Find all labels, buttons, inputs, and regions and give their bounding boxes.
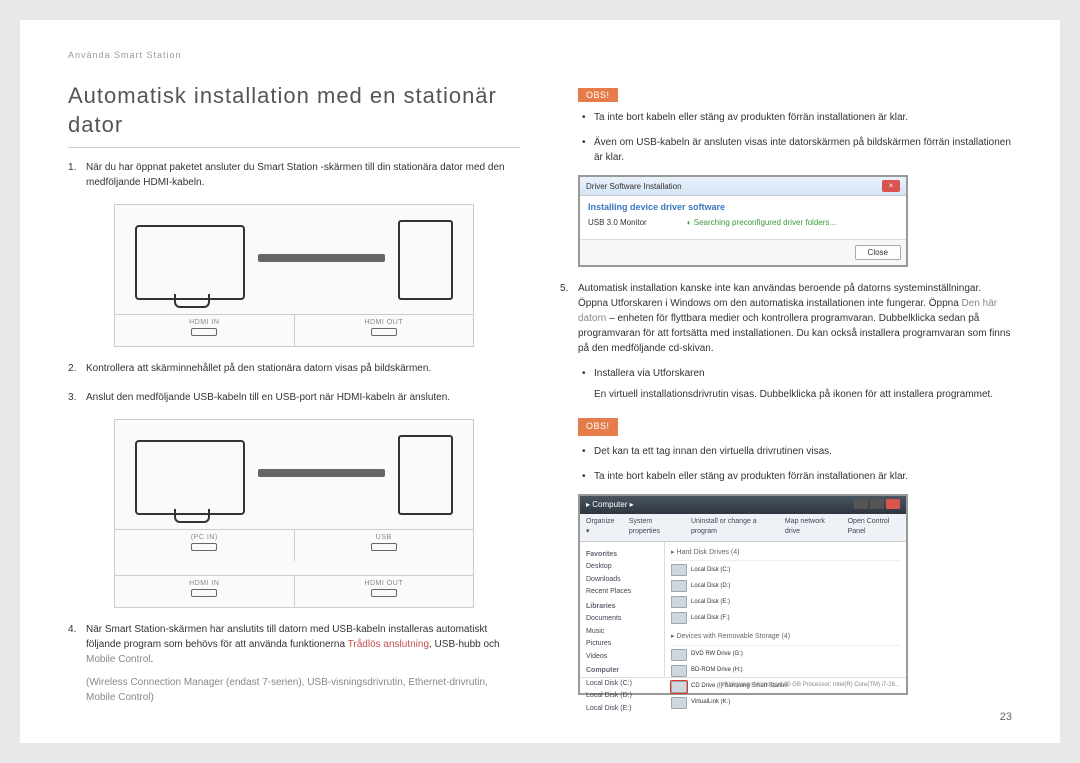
obs2-item: Ta inte bort kabeln eller stäng av produ… [578,469,1012,484]
window-buttons-icon [854,499,900,511]
monitor-illustration [135,440,245,515]
obs1-item: Även om USB-kabeln är ansluten visas int… [578,135,1012,165]
dialog-heading: Installing device driver software [588,202,898,212]
pc-tower-illustration [398,435,453,515]
dialog-device: USB 3.0 Monitor [588,218,647,227]
monitor-illustration [135,225,245,300]
step5-sub: Installera via Utforskaren En virtuell i… [578,366,1012,402]
drive-icon [671,697,687,709]
obs2-item: Det kan ta ett tag innan den virtuella d… [578,444,1012,459]
drive-icon [671,665,687,677]
step-4: När Smart Station-skärmen har anslutits … [68,622,520,705]
page-title: Automatisk installation med en stationär… [68,82,520,148]
hdmi-cable-illustration [258,254,385,262]
drive-icon [671,580,687,592]
step-list-left: När du har öppnat paketet ansluter du Sm… [68,160,520,190]
port-label: HDMI OUT [364,319,403,326]
dialog-close-icon: × [882,180,900,192]
step-list-left-cont: Kontrollera att skärminnehållet på den s… [68,361,520,405]
manual-page: Använda Smart Station Automatisk install… [20,20,1060,743]
drive-icon-highlighted [671,681,687,693]
pc-tower-illustration [398,220,453,300]
step-4-note: (Wireless Connection Manager (endast 7-s… [86,675,520,705]
obs-badge: OBS! [578,418,618,436]
step-1: När du har öppnat paketet ansluter du Sm… [68,160,520,190]
left-column: Automatisk installation med en stationär… [68,82,520,719]
step-3: Anslut den medföljande USB-kabeln till e… [68,390,520,405]
obs-badge: OBS! [578,88,618,102]
explorer-toolbar: Organize ▾ System properties Uninstall o… [580,514,906,542]
dialog-close-button: Close [855,245,901,260]
diagram-usb-hdmi: (PC IN) USB HDMI IN HDMI OUT [68,419,520,608]
drive-icon [671,596,687,608]
obs1-item: Ta inte bort kabeln eller stäng av produ… [578,110,1012,125]
header-breadcrumb: Använda Smart Station [68,50,1012,60]
usb-cable-illustration [258,469,385,477]
port-label: HDMI OUT [364,580,403,587]
dialog-title: Driver Software Installation [586,182,682,191]
red-text: Trådlös anslutning [348,639,429,650]
drive-icon [671,612,687,624]
explorer-sidebar: Favorites Desktop Downloads Recent Place… [580,542,665,677]
page-number: 23 [1000,711,1012,723]
diagram-hdmi: HDMI IN HDMI OUT [68,204,520,347]
dialog-status: Searching preconfigured driver folders..… [694,218,836,227]
port-label: HDMI IN [189,319,219,326]
port-label: (PC IN) [191,534,218,541]
explorer-path: ▸ Computer ▸ [586,499,634,511]
step-list-right: Automatisk installation kanske inte kan … [560,281,1012,695]
right-column: OBS! Ta inte bort kabeln eller stäng av … [560,82,1012,719]
two-column-layout: Automatisk installation med en stationär… [68,82,1012,719]
obs2-list: Det kan ta ett tag innan den virtuella d… [578,444,1012,484]
drive-icon [671,649,687,661]
step5-sublist: Installera via Utforskaren En virtuell i… [578,366,1012,402]
step-list-left-4: När Smart Station-skärmen har anslutits … [68,622,520,705]
grey-text: Mobile Control [86,654,150,665]
port-label: USB [376,534,392,541]
obs1-list: Ta inte bort kabeln eller stäng av produ… [578,110,1012,165]
explorer-screenshot: ▸ Computer ▸ Organize ▾ System propertie… [578,494,908,695]
explorer-main: ▸ Hard Disk Drives (4) Local Disk (C:) L… [665,542,906,677]
drive-icon [671,564,687,576]
step-2: Kontrollera att skärminnehållet på den s… [68,361,520,376]
driver-dialog-screenshot: Driver Software Installation × Installin… [578,175,908,267]
port-label: HDMI IN [189,580,219,587]
step-5: Automatisk installation kanske inte kan … [560,281,1012,695]
